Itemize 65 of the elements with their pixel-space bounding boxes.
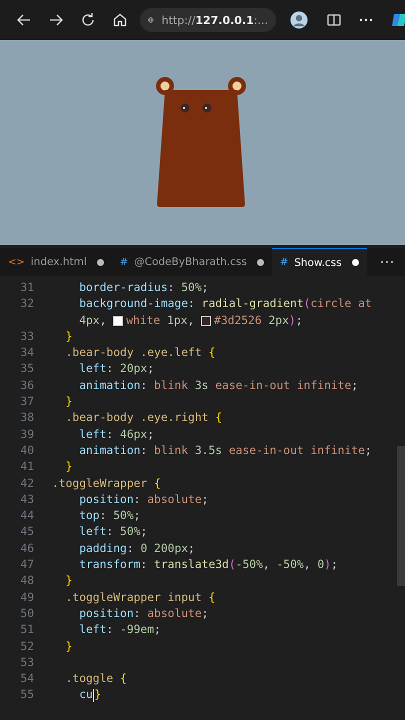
code-line: position: absolute; <box>78 492 208 508</box>
line-number: 45 <box>19 524 34 540</box>
code-line: position: absolute; <box>78 606 208 622</box>
line-number: 46 <box>19 540 34 557</box>
line-number: 31 <box>19 280 34 296</box>
line-number: 38 <box>19 410 34 426</box>
code-line: } <box>64 459 72 476</box>
line-number: 47 <box>19 557 34 574</box>
line-number: 51 <box>19 622 34 638</box>
reload-icon[interactable] <box>80 12 96 28</box>
code-line: left: 46px; <box>78 426 154 443</box>
line-number: 52 <box>19 638 34 655</box>
code-line: } <box>64 394 72 410</box>
code-line: background-image: radial-gradient(circle at <box>78 296 372 312</box>
line-number: 55 <box>19 687 34 704</box>
line-number: 40 <box>19 442 34 459</box>
avatar-icon[interactable] <box>290 11 308 29</box>
code-line: .bear-body .eye.left { <box>64 345 216 362</box>
code-line: left: -99em; <box>78 622 161 638</box>
code-line: padding: 0 200px; <box>78 540 195 557</box>
file-type-icon: # <box>120 256 128 268</box>
home-icon[interactable] <box>112 12 128 28</box>
file-type-icon: # <box>280 257 288 268</box>
address-bar[interactable]: http://127.0.0.1:... <box>140 8 276 32</box>
split-screen-icon[interactable] <box>326 12 342 28</box>
code-line: animation: blink 3.5s ease-in-out infinite; <box>78 442 372 459</box>
code-line: animation: blink 3s ease-in-out infinite; <box>78 378 358 394</box>
code-line: left: 20px; <box>78 361 154 378</box>
code-line: top: 50%; <box>78 508 140 524</box>
code-line: cu} <box>78 687 102 704</box>
back-icon[interactable] <box>16 12 32 28</box>
line-number: 34 <box>19 345 34 362</box>
code-line: .bear-body .eye.right { <box>64 410 222 426</box>
line-number: 42 <box>19 476 34 492</box>
code-line: transform: translate3d(-50%, -50%, 0); <box>78 557 338 574</box>
editor-tab[interactable]: <> index.html <box>0 248 112 276</box>
line-number: 36 <box>19 378 34 394</box>
code-line: .toggle { <box>64 671 127 688</box>
more-icon[interactable] <box>379 259 395 265</box>
line-number: 48 <box>19 573 34 590</box>
code-line: .toggleWrapper { <box>52 476 161 492</box>
code-line: .toggleWrapper input { <box>64 590 216 606</box>
code-line: } <box>64 638 72 655</box>
line-number: 35 <box>19 361 34 378</box>
line-number: 50 <box>19 606 34 622</box>
line-number: 39 <box>19 426 34 443</box>
editor-tab[interactable]: # Show.css <box>272 248 367 276</box>
line-number: 53 <box>19 654 34 671</box>
line-number: 41 <box>19 459 34 476</box>
forward-icon[interactable] <box>48 12 64 28</box>
line-number: 54 <box>19 671 34 688</box>
line-number: 44 <box>19 508 34 524</box>
line-number: 37 <box>19 394 34 410</box>
code-line: left: 50%; <box>78 524 148 540</box>
editor-tab[interactable]: # @CodeByBharath.css <box>112 248 272 276</box>
code-line: } <box>64 328 72 345</box>
code-line: 4px, white 1px, #3d2526 2px); <box>78 312 302 329</box>
line-number: 43 <box>19 492 34 508</box>
code-line: } <box>64 573 72 590</box>
file-type-icon: <> <box>8 256 25 268</box>
code-line: border-radius: 50%; <box>78 280 208 296</box>
scrollbar[interactable] <box>397 446 405 586</box>
line-number: 32 <box>19 296 34 312</box>
line-number: 33 <box>19 328 34 345</box>
line-number: 49 <box>19 590 34 606</box>
